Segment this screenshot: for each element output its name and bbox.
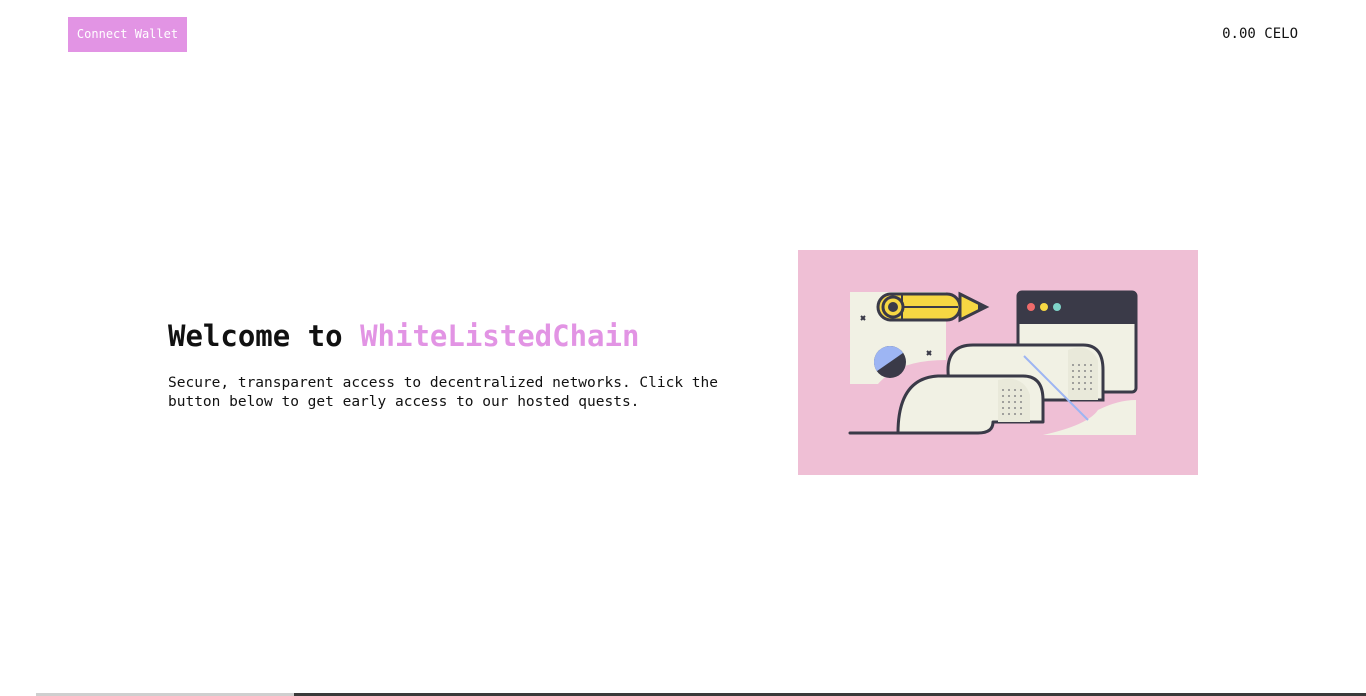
title-brand: WhiteListedChain — [360, 319, 640, 353]
hero-text: Welcome to WhiteListedChain Secure, tran… — [168, 316, 748, 412]
hero-description: Secure, transparent access to decentrali… — [168, 375, 718, 410]
pencil-scroll-browser-illustration — [848, 290, 1138, 435]
pencil-icon — [876, 291, 990, 323]
balance-currency: CELO — [1264, 26, 1298, 42]
page: Connect Wallet 0.00 CELO Welcome to Whit… — [0, 0, 1366, 696]
balance-amount: 0.00 — [1222, 26, 1256, 42]
connect-wallet-button[interactable]: Connect Wallet — [68, 17, 187, 52]
hero-illustration — [798, 250, 1198, 475]
hero-title: Welcome to WhiteListedChain — [168, 316, 748, 356]
title-prefix: Welcome to — [168, 319, 361, 353]
wallet-balance: 0.00 CELO — [1222, 26, 1298, 42]
